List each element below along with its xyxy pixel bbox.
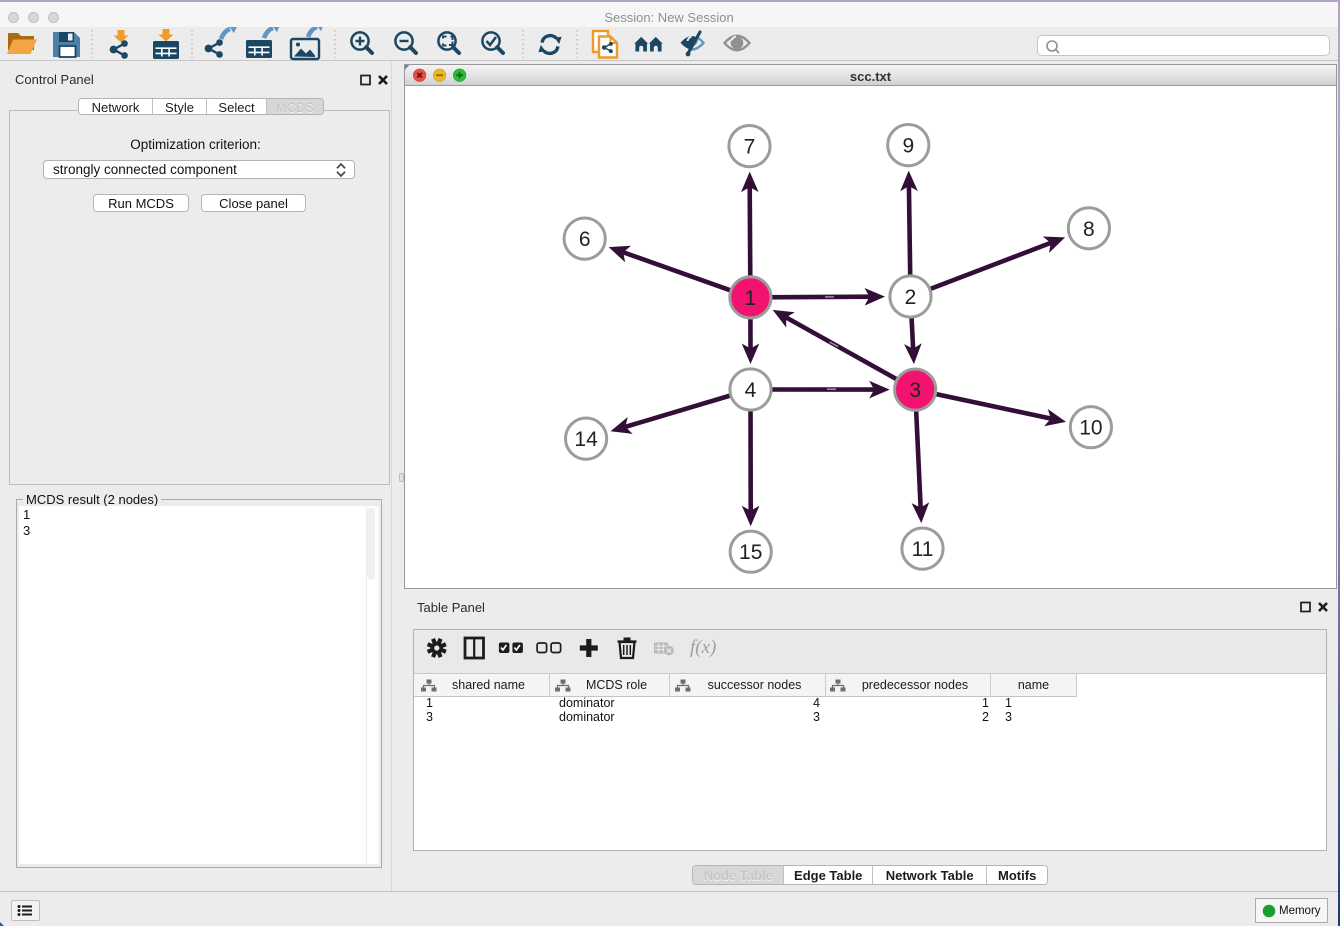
svg-text:15: 15 <box>739 541 762 564</box>
svg-text:6: 6 <box>579 228 591 251</box>
svg-text:4: 4 <box>745 379 757 402</box>
svg-text:8: 8 <box>1083 218 1095 241</box>
svg-text:2: 2 <box>905 286 917 309</box>
svg-text:9: 9 <box>902 135 914 158</box>
svg-text:11: 11 <box>912 538 934 561</box>
svg-text:1: 1 <box>745 287 757 310</box>
svg-text:7: 7 <box>744 136 756 159</box>
svg-text:10: 10 <box>1079 417 1102 440</box>
svg-text:3: 3 <box>909 379 921 402</box>
svg-text:14: 14 <box>574 428 598 451</box>
